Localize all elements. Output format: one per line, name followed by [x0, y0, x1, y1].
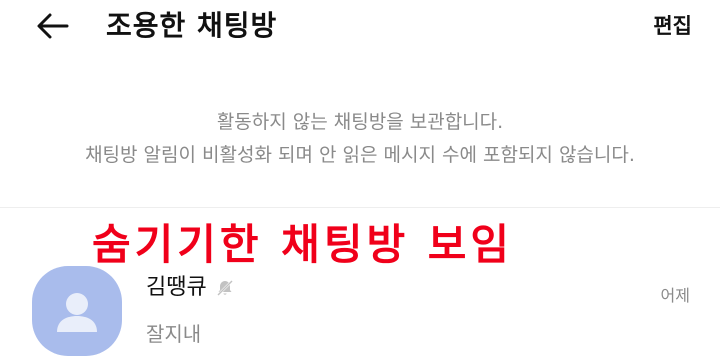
bell-off-icon	[216, 280, 233, 296]
edit-button[interactable]: 편집	[653, 10, 692, 42]
chat-preview: 잘지내	[146, 322, 202, 346]
divider	[0, 207, 720, 208]
chat-name: 김땡큐	[146, 275, 207, 300]
back-button[interactable]	[30, 6, 74, 46]
page-title: 조용한 채팅방	[106, 9, 278, 42]
chat-time: 어제	[660, 286, 690, 305]
chat-name-wrap: 김땡큐	[146, 272, 235, 304]
back-arrow-icon	[37, 13, 69, 39]
app-header: 조용한 채팅방 편집	[0, 0, 720, 56]
avatar	[32, 266, 122, 356]
notice-line-2: 채팅방 알림이 비활성화 되며 안 읽은 메시지 수에 포함되지 않습니다.	[85, 144, 635, 166]
default-person-icon	[57, 293, 97, 332]
archive-notice: 활동하지 않는 채팅방을 보관합니다. 채팅방 알림이 비활성화 되며 안 읽은…	[0, 106, 720, 172]
notice-line-1: 활동하지 않는 채팅방을 보관합니다.	[216, 111, 504, 133]
chat-list-item[interactable]: 김땡큐 어제 잘지내	[0, 262, 720, 360]
